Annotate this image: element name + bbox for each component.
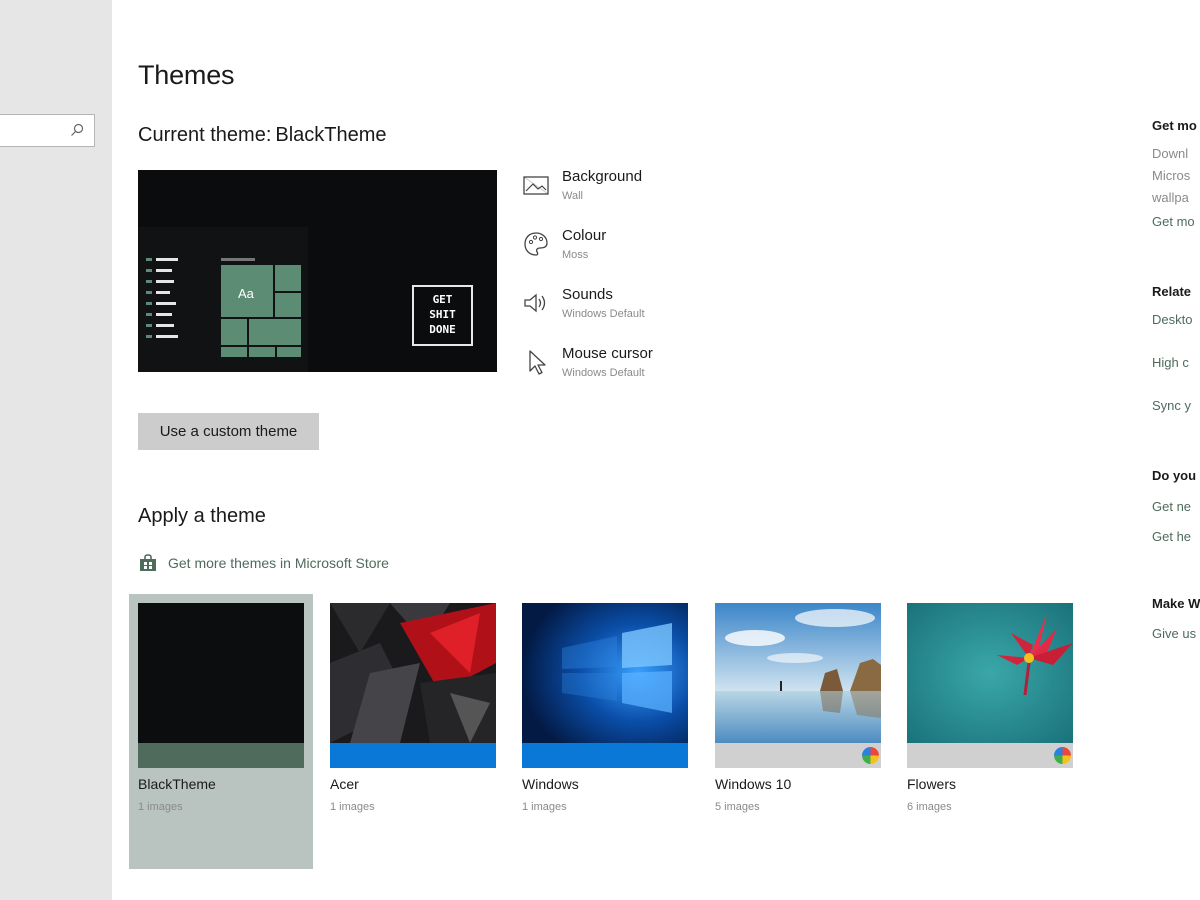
current-theme-name: BlackTheme: [275, 124, 387, 146]
theme-tile-windows[interactable]: Windows 1 images: [513, 594, 697, 869]
theme-color-bar: [138, 743, 304, 768]
theme-tile-flowers[interactable]: Flowers 6 images: [898, 594, 1082, 869]
right-rail: Get mo Downl Micros wallpa Get mo Relate…: [1152, 118, 1200, 641]
theme-color-bar: [715, 743, 881, 768]
rail-feedback-link[interactable]: Give us: [1152, 626, 1200, 641]
cursor-icon: [529, 350, 546, 375]
rail-get-more-heading: Get mo: [1152, 118, 1197, 133]
theme-name: Windows: [522, 776, 579, 792]
left-navigation: [0, 0, 112, 900]
theme-attributes: Background Wall Colour Moss Sounds Windo…: [521, 166, 721, 402]
attribute-mouse-cursor[interactable]: Mouse cursor Windows Default: [521, 343, 721, 402]
attribute-colour[interactable]: Colour Moss: [521, 225, 721, 284]
theme-image-count: 1 images: [138, 801, 183, 813]
attribute-value: Moss: [562, 249, 589, 261]
rail-question-heading: Do you: [1152, 468, 1197, 483]
rail-related-link[interactable]: Sync y: [1152, 398, 1200, 413]
rail-get-more-link[interactable]: Get mo: [1152, 214, 1200, 229]
use-custom-theme-button[interactable]: Use a custom theme: [138, 413, 319, 450]
theme-tile-blacktheme[interactable]: BlackTheme 1 images: [129, 594, 313, 869]
store-bag-icon: [140, 554, 156, 571]
rail-related-heading: Relate: [1152, 284, 1192, 299]
apply-theme-heading: Apply a theme: [138, 505, 266, 527]
preview-tiles: [221, 265, 303, 360]
picture-icon: [523, 176, 549, 195]
rail-question-link[interactable]: Get ne: [1152, 499, 1200, 514]
theme-thumbnail: [522, 603, 688, 743]
theme-thumbnail: [330, 603, 496, 743]
theme-image-count: 6 images: [907, 801, 952, 813]
rail-make-heading: Make W: [1152, 596, 1200, 611]
rail-question-link[interactable]: Get he: [1152, 529, 1200, 544]
theme-color-bar: [330, 743, 496, 768]
store-link-label: Get more themes in Microsoft Store: [168, 555, 389, 571]
rail-related-link[interactable]: High c: [1152, 355, 1200, 370]
rail-get-more-text: Downl Micros wallpa: [1152, 146, 1191, 205]
theme-image-count: 1 images: [330, 801, 375, 813]
attribute-background[interactable]: Background Wall: [521, 166, 721, 225]
theme-thumbnail: [715, 603, 881, 743]
search-box[interactable]: [0, 114, 95, 147]
attribute-label: Background: [562, 168, 643, 185]
search-icon: [71, 123, 84, 136]
theme-name: Acer: [330, 776, 359, 792]
attribute-value: Windows Default: [562, 367, 645, 379]
color-wheel-icon: [862, 747, 879, 764]
attribute-label: Mouse cursor: [562, 345, 653, 362]
theme-name: Flowers: [907, 776, 957, 792]
attribute-label: Colour: [562, 227, 607, 244]
theme-name: BlackTheme: [138, 776, 216, 792]
attribute-sounds[interactable]: Sounds Windows Default: [521, 284, 721, 343]
current-theme-label: Current theme:: [138, 124, 272, 146]
rail-related-link[interactable]: Deskto: [1152, 312, 1200, 327]
get-more-themes-link[interactable]: Get more themes in Microsoft Store: [138, 553, 389, 573]
theme-preview: Aa GET SHIT DONE: [138, 170, 497, 372]
speaker-icon: [524, 293, 546, 313]
attribute-value: Wall: [562, 190, 583, 202]
theme-thumbnail: [907, 603, 1073, 743]
palette-icon: [524, 232, 548, 256]
preview-sample-text: Aa: [238, 286, 254, 301]
attribute-value: Windows Default: [562, 308, 645, 320]
theme-tile-windows-10[interactable]: Windows 10 5 images: [706, 594, 890, 869]
page-title: Themes: [138, 60, 235, 90]
theme-image-count: 5 images: [715, 801, 760, 813]
theme-image-count: 1 images: [522, 801, 567, 813]
theme-thumbnail: [138, 603, 304, 743]
preview-app-list: [146, 258, 178, 346]
preview-tile-header: [221, 258, 255, 261]
attribute-label: Sounds: [562, 286, 613, 303]
theme-color-bar: [522, 743, 688, 768]
preview-wallpaper-logo: GET SHIT DONE: [412, 285, 473, 346]
current-theme-heading: Current theme: BlackTheme: [138, 124, 391, 147]
theme-name: Windows 10: [715, 776, 792, 792]
color-wheel-icon: [1054, 747, 1071, 764]
theme-tile-acer[interactable]: Acer 1 images: [321, 594, 505, 869]
theme-color-bar: [907, 743, 1073, 768]
